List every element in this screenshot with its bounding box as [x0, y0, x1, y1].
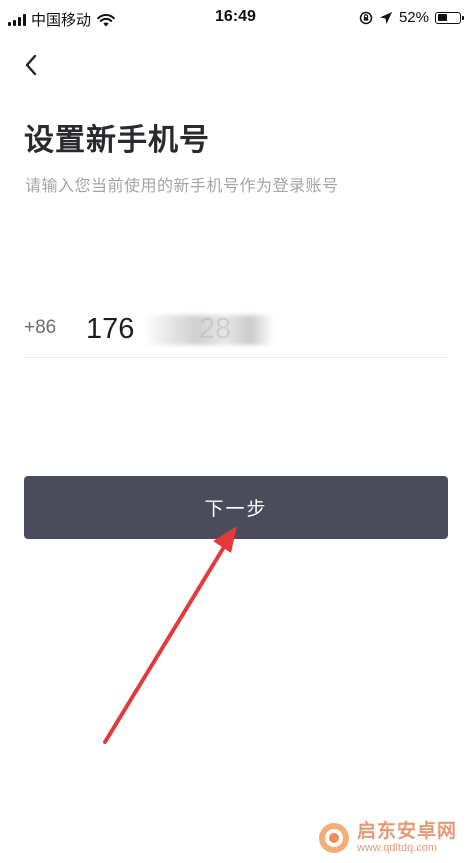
watermark: 启东安卓网 www.qdltdq.com: [317, 821, 457, 855]
back-button[interactable]: [16, 50, 46, 80]
battery-level-fill: [437, 14, 447, 21]
page-subtitle: 请输入您当前使用的新手机号作为登录账号: [25, 178, 339, 195]
chevron-left-icon: [25, 54, 37, 76]
redaction-blur: [144, 315, 274, 345]
status-bar-right: 52%: [359, 9, 464, 26]
rotation-lock-icon: [359, 11, 373, 24]
watermark-logo-icon: [318, 823, 349, 853]
location-arrow-icon: [379, 11, 392, 24]
page-title: 设置新手机号: [24, 124, 210, 157]
watermark-name: 启东安卓网: [356, 820, 457, 842]
status-bar: 中国移动 16:49 52%: [0, 0, 471, 36]
next-step-button[interactable]: 下一步: [24, 476, 448, 539]
phone-number-row: +86: [24, 305, 448, 358]
watermark-url: www.qdltdq.com: [356, 842, 438, 855]
country-code-label: +86: [24, 317, 57, 338]
battery-icon: [435, 11, 464, 24]
battery-percent: 52%: [398, 9, 429, 26]
